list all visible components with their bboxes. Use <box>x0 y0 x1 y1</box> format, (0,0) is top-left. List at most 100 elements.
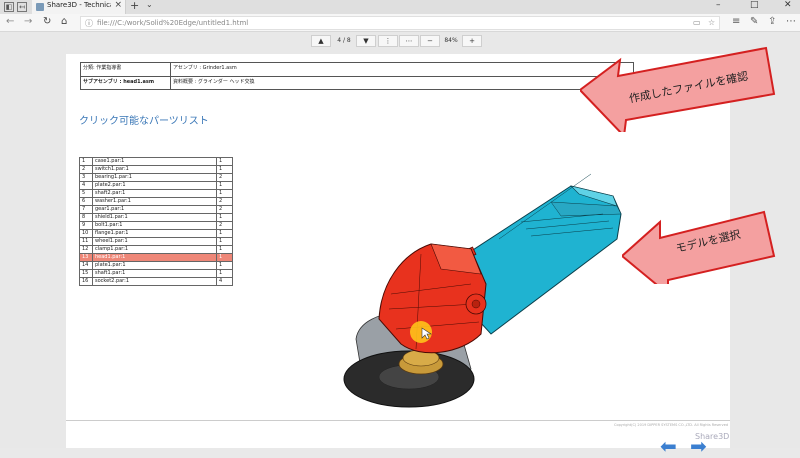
part-quantity[interactable]: 1 <box>216 229 233 238</box>
parts-table-row[interactable]: 8 shield1.par:1 1 <box>79 213 233 222</box>
part-quantity[interactable]: 4 <box>216 277 233 286</box>
parts-table-row[interactable]: 9 bolt1.par:1 2 <box>79 221 233 230</box>
part-quantity[interactable]: 2 <box>216 197 233 206</box>
part-number[interactable]: 4 <box>79 181 93 190</box>
part-number[interactable]: 15 <box>79 269 93 278</box>
arrow-up-icon[interactable]: ▲ <box>311 35 331 47</box>
parts-table-row[interactable]: 1 case1.par:1 1 <box>79 157 233 166</box>
browser-tab[interactable]: Share3D - Technical Pub × <box>32 0 126 14</box>
part-number[interactable]: 3 <box>79 173 93 182</box>
part-quantity[interactable]: 1 <box>216 261 233 270</box>
grinder-model[interactable] <box>321 144 651 414</box>
part-name[interactable]: shield1.par:1 <box>92 213 217 222</box>
address-text[interactable]: file:///C:/work/Solid%20Edge/untitled1.h… <box>97 19 248 27</box>
share-icon[interactable]: ⇪ <box>768 16 776 27</box>
parts-table-row[interactable]: 11 wheel1.par:1 1 <box>79 237 233 246</box>
reading-view-icon[interactable]: ▭ <box>693 18 701 27</box>
part-number[interactable]: 11 <box>79 237 93 246</box>
parts-table-row[interactable]: 12 clamp1.par:1 1 <box>79 245 233 254</box>
hub-icon[interactable]: ≡ <box>732 16 740 27</box>
parts-table-row[interactable]: 4 plate2.par:1 1 <box>79 181 233 190</box>
part-number[interactable]: 12 <box>79 245 93 254</box>
parts-table-row[interactable]: 15 shaft1.par:1 1 <box>79 269 233 278</box>
parts-table-row[interactable]: 3 bearing1.par:1 2 <box>79 173 233 182</box>
zoom-out-icon[interactable]: − <box>420 35 440 47</box>
part-quantity[interactable]: 1 <box>216 213 233 222</box>
part-quantity[interactable]: 1 <box>216 237 233 246</box>
parts-table-row[interactable]: 7 gear1.par:1 2 <box>79 205 233 214</box>
part-quantity[interactable]: 1 <box>216 245 233 254</box>
parts-table-row[interactable]: 2 switch1.par:1 1 <box>79 165 233 174</box>
tab-preview-icon[interactable]: ◧ <box>4 2 14 12</box>
arrow-down-icon[interactable]: ▼ <box>356 35 376 47</box>
tab-title: Share3D - Technical Pub <box>47 1 111 9</box>
part-quantity[interactable]: 2 <box>216 205 233 214</box>
part-number[interactable]: 10 <box>79 229 93 238</box>
prev-page-icon[interactable]: ⬅ <box>660 436 677 456</box>
part-number[interactable]: 1 <box>79 157 93 166</box>
part-quantity[interactable]: 1 <box>216 157 233 166</box>
part-quantity[interactable]: 1 <box>216 253 233 262</box>
part-quantity[interactable]: 1 <box>216 269 233 278</box>
part-name[interactable]: plate1.par:1 <box>92 261 217 270</box>
part-number[interactable]: 7 <box>79 205 93 214</box>
part-name[interactable]: head1.par:1 <box>92 253 217 262</box>
tab-set-aside-icon[interactable]: ↤ <box>17 2 27 12</box>
part-number[interactable]: 6 <box>79 197 93 206</box>
part-quantity[interactable]: 1 <box>216 189 233 198</box>
new-tab-icon[interactable]: + <box>130 0 139 12</box>
part-name[interactable]: flange1.par:1 <box>92 229 217 238</box>
part-quantity[interactable]: 2 <box>216 221 233 230</box>
forward-icon[interactable]: → <box>24 16 32 27</box>
parts-table-row[interactable]: 6 washer1.par:1 2 <box>79 197 233 206</box>
part-number[interactable]: 13 <box>79 253 93 262</box>
refresh-icon[interactable]: ↻ <box>43 16 51 27</box>
copyright-text: Copyright(C) 2019 DIPPER SYSTEMS CO.,LTD… <box>614 423 729 427</box>
parts-table-row[interactable]: 16 socket2.par:1 4 <box>79 277 233 286</box>
part-number[interactable]: 8 <box>79 213 93 222</box>
part-name[interactable]: plate2.par:1 <box>92 181 217 190</box>
notes-icon[interactable]: ✎ <box>750 16 758 27</box>
tab-close-icon[interactable]: × <box>114 0 122 10</box>
page-indicator[interactable]: 4 / 8 <box>332 35 356 47</box>
address-bar[interactable]: ⓘ file:///C:/work/Solid%20Edge/untitled1… <box>80 16 720 30</box>
part-number[interactable]: 14 <box>79 261 93 270</box>
part-name[interactable]: shaft2.par:1 <box>92 189 217 198</box>
parts-table-row[interactable]: 13 head1.par:1 1 <box>79 253 233 262</box>
parts-table-row[interactable]: 10 flange1.par:1 1 <box>79 229 233 238</box>
part-quantity[interactable]: 1 <box>216 165 233 174</box>
close-window-icon[interactable]: ✕ <box>784 0 792 10</box>
part-name[interactable]: bolt1.par:1 <box>92 221 217 230</box>
part-number[interactable]: 16 <box>79 277 93 286</box>
fit-width-icon[interactable]: ⋯ <box>399 35 419 47</box>
part-name[interactable]: case1.par:1 <box>92 157 217 166</box>
zoom-in-icon[interactable]: + <box>462 35 482 47</box>
part-number[interactable]: 9 <box>79 221 93 230</box>
part-name[interactable]: clamp1.par:1 <box>92 245 217 254</box>
part-name[interactable]: wheel1.par:1 <box>92 237 217 246</box>
favicon-icon <box>36 3 44 11</box>
part-name[interactable]: switch1.par:1 <box>92 165 217 174</box>
click-cursor-indicator <box>410 321 432 343</box>
minimize-icon[interactable]: – <box>716 0 721 10</box>
part-name[interactable]: shaft1.par:1 <box>92 269 217 278</box>
part-name[interactable]: socket2.par:1 <box>92 277 217 286</box>
part-number[interactable]: 5 <box>79 189 93 198</box>
back-icon[interactable]: ← <box>6 16 14 27</box>
navigation-bar: ← → ↻ ⌂ ⓘ file:///C:/work/Solid%20Edge/u… <box>0 14 800 32</box>
tab-list-icon[interactable]: ⌄ <box>146 0 153 9</box>
maximize-icon[interactable]: □ <box>750 0 759 10</box>
part-name[interactable]: gear1.par:1 <box>92 205 217 214</box>
part-quantity[interactable]: 2 <box>216 173 233 182</box>
part-quantity[interactable]: 1 <box>216 181 233 190</box>
grinder-head[interactable] <box>378 243 487 354</box>
vertical-layout-icon[interactable]: ⋮ <box>378 35 398 47</box>
parts-table-row[interactable]: 5 shaft2.par:1 1 <box>79 189 233 198</box>
parts-table-row[interactable]: 14 plate1.par:1 1 <box>79 261 233 270</box>
home-icon[interactable]: ⌂ <box>61 16 67 27</box>
part-number[interactable]: 2 <box>79 165 93 174</box>
menu-icon[interactable]: ⋯ <box>786 16 796 27</box>
part-name[interactable]: washer1.par:1 <box>92 197 217 206</box>
favorite-icon[interactable]: ☆ <box>708 18 715 27</box>
part-name[interactable]: bearing1.par:1 <box>92 173 217 182</box>
